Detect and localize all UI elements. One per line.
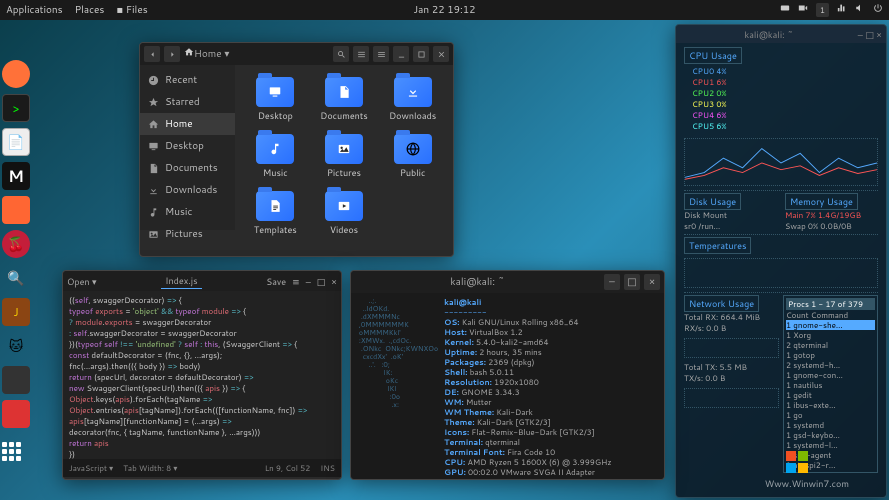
disk-row: sr0 /run... bbox=[684, 221, 777, 232]
maximize-button[interactable]: □ bbox=[624, 274, 640, 290]
folder-music[interactable]: Music bbox=[243, 130, 308, 183]
launcher-dock bbox=[2, 60, 34, 461]
close-button[interactable]: × bbox=[644, 274, 660, 290]
sidebar-item-desktop[interactable]: Desktop bbox=[140, 135, 235, 157]
folder-templates[interactable]: Templates bbox=[243, 187, 308, 240]
save-button[interactable]: Save bbox=[266, 275, 286, 288]
launcher-app2[interactable] bbox=[2, 366, 30, 394]
workspace-indicator[interactable]: 1 bbox=[816, 3, 829, 17]
temperatures-label: Temperatures bbox=[684, 237, 751, 254]
net-tx-rate: TX/s: 0.0 B bbox=[684, 373, 779, 384]
conky-titlebar[interactable]: kali@kali: ~ – □ × bbox=[676, 25, 886, 43]
rx-graph bbox=[684, 338, 779, 358]
net-rx-rate: RX/s: 0.0 B bbox=[684, 323, 779, 334]
path-home-chip[interactable]: Home ▾ bbox=[184, 47, 229, 61]
minimize-button[interactable] bbox=[393, 46, 409, 62]
launcher-metasploit[interactable] bbox=[2, 162, 30, 190]
sidebar-item-starred[interactable]: Starred bbox=[140, 91, 235, 113]
fm-sidebar: RecentStarredHomeDesktopDocumentsDownloa… bbox=[140, 65, 235, 230]
maximize-button[interactable] bbox=[413, 46, 429, 62]
show-applications-icon[interactable] bbox=[2, 442, 34, 461]
folder-public[interactable]: Public bbox=[380, 130, 445, 183]
sidebar-item-downloads[interactable]: Downloads bbox=[140, 179, 235, 201]
record-icon[interactable] bbox=[798, 3, 808, 17]
sidebar-item-home[interactable]: Home bbox=[140, 113, 235, 135]
code-area[interactable]: ((self, swaggerDecorator) => { typeof ex… bbox=[63, 291, 341, 459]
view-list-button[interactable] bbox=[353, 46, 369, 62]
top-bar: Applications Places ▪ Files Jan 22 19:12… bbox=[0, 0, 889, 20]
sidebar-item-music[interactable]: Music bbox=[140, 201, 235, 223]
close-icon[interactable]: × bbox=[876, 28, 882, 41]
nav-forward-button[interactable] bbox=[164, 46, 180, 62]
launcher-app3[interactable] bbox=[2, 400, 30, 428]
topbar-files[interactable]: ▪ Files bbox=[116, 3, 147, 17]
sidebar-item-documents[interactable]: Documents bbox=[140, 157, 235, 179]
system-monitor-window: kali@kali: ~ – □ × CPU Usage CPU0 4%CPU1… bbox=[675, 24, 887, 498]
windows-logo-watermark bbox=[785, 450, 809, 480]
hamburger-icon[interactable]: ≡ bbox=[292, 275, 300, 288]
status-insert-mode: INS bbox=[320, 462, 335, 474]
open-button[interactable]: Open ▾ bbox=[67, 275, 97, 288]
neofetch-info: kali@kali --------- OS: Kali GNU/Linux R… bbox=[444, 297, 611, 475]
launcher-terminal[interactable] bbox=[2, 94, 30, 122]
folder-desktop[interactable]: Desktop bbox=[243, 73, 308, 126]
disk-usage-label: Disk Usage bbox=[684, 193, 741, 210]
editor-statusbar: JavaScript ▾ Tab Width: 8 ▾ Ln 9, Col 52… bbox=[63, 459, 341, 477]
topbar-datetime[interactable]: Jan 22 19:12 bbox=[414, 3, 476, 17]
launcher-zenmap[interactable] bbox=[2, 264, 30, 292]
sidebar-item-pictures[interactable]: Pictures bbox=[140, 223, 235, 245]
network-icon[interactable] bbox=[837, 3, 847, 17]
process-list[interactable]: Procs 1 - 17 of 379 Count Command 1 gnom… bbox=[783, 295, 878, 473]
editor-tab[interactable]: Index.js bbox=[161, 273, 201, 289]
editor-toolbar: Open ▾ Index.js Save ≡ – □ × bbox=[63, 271, 341, 291]
hamburger-button[interactable] bbox=[373, 46, 389, 62]
minimize-icon[interactable]: – bbox=[858, 28, 863, 41]
topbar-places[interactable]: Places bbox=[75, 3, 105, 17]
terminal-titlebar[interactable]: kali@kali: ~ – □ × bbox=[351, 271, 664, 293]
status-position: Ln 9, Col 52 bbox=[265, 462, 311, 474]
cpu-row-5: CPU5 6% bbox=[692, 121, 870, 132]
status-tabwidth[interactable]: Tab Width: 8 ▾ bbox=[123, 462, 177, 474]
launcher-files[interactable] bbox=[2, 128, 30, 156]
cpu-usage-label: CPU Usage bbox=[684, 47, 742, 64]
maximize-icon[interactable]: □ bbox=[865, 28, 874, 41]
temp-graph bbox=[684, 258, 878, 288]
folder-downloads[interactable]: Downloads bbox=[380, 73, 445, 126]
fm-folder-grid: DesktopDocumentsDownloads MusicPicturesPu… bbox=[235, 65, 453, 230]
close-button[interactable] bbox=[433, 46, 449, 62]
nav-back-button[interactable] bbox=[144, 46, 160, 62]
minimize-button[interactable]: – bbox=[604, 274, 620, 290]
file-manager-window: Home ▾ RecentStarredHomeDesktopDocuments… bbox=[139, 42, 454, 257]
sidebar-item-recent[interactable]: Recent bbox=[140, 69, 235, 91]
terminal-window: kali@kali: ~ – □ × ..;. ..ldOKd. .dXMMMN… bbox=[350, 270, 665, 480]
maximize-icon[interactable]: □ bbox=[317, 275, 326, 288]
code-editor-window: Open ▾ Index.js Save ≡ – □ × ((self, swa… bbox=[62, 270, 342, 480]
fm-titlebar[interactable]: Home ▾ bbox=[140, 43, 453, 65]
network-usage-label: Network Usage bbox=[684, 295, 759, 312]
folder-videos[interactable]: Videos bbox=[312, 187, 377, 240]
status-language[interactable]: JavaScript ▾ bbox=[69, 462, 113, 474]
terminal-body[interactable]: ..;. ..ldOKd. .dXMMMNc ,0MMMMMMK oMMMMKk… bbox=[351, 293, 664, 479]
volume-icon[interactable] bbox=[855, 3, 865, 17]
launcher-burpsuite[interactable] bbox=[2, 196, 30, 224]
keyboard-icon[interactable] bbox=[780, 3, 790, 17]
topbar-applications[interactable]: Applications bbox=[6, 3, 63, 17]
folder-documents[interactable]: Documents bbox=[312, 73, 377, 126]
power-icon[interactable] bbox=[873, 3, 883, 17]
search-button[interactable] bbox=[333, 46, 349, 62]
tx-graph bbox=[684, 388, 779, 408]
cpu-graph bbox=[684, 138, 878, 186]
mem-swap: Swap 0% 0.0B/0B bbox=[785, 221, 878, 232]
memory-usage-label: Memory Usage bbox=[785, 193, 858, 210]
folder-pictures[interactable]: Pictures bbox=[312, 130, 377, 183]
launcher-cherrytree[interactable] bbox=[2, 230, 30, 258]
watermark-text: Www.Winwin7.com bbox=[765, 477, 849, 490]
launcher-firefox[interactable] bbox=[2, 60, 30, 88]
kali-ascii-logo: ..;. ..ldOKd. .dXMMMNc ,0MMMMMMK oMMMMKk… bbox=[357, 297, 438, 475]
launcher-john[interactable] bbox=[2, 298, 30, 326]
minimize-icon[interactable]: – bbox=[306, 275, 311, 288]
launcher-app[interactable] bbox=[2, 332, 30, 360]
close-icon[interactable]: × bbox=[331, 275, 337, 288]
